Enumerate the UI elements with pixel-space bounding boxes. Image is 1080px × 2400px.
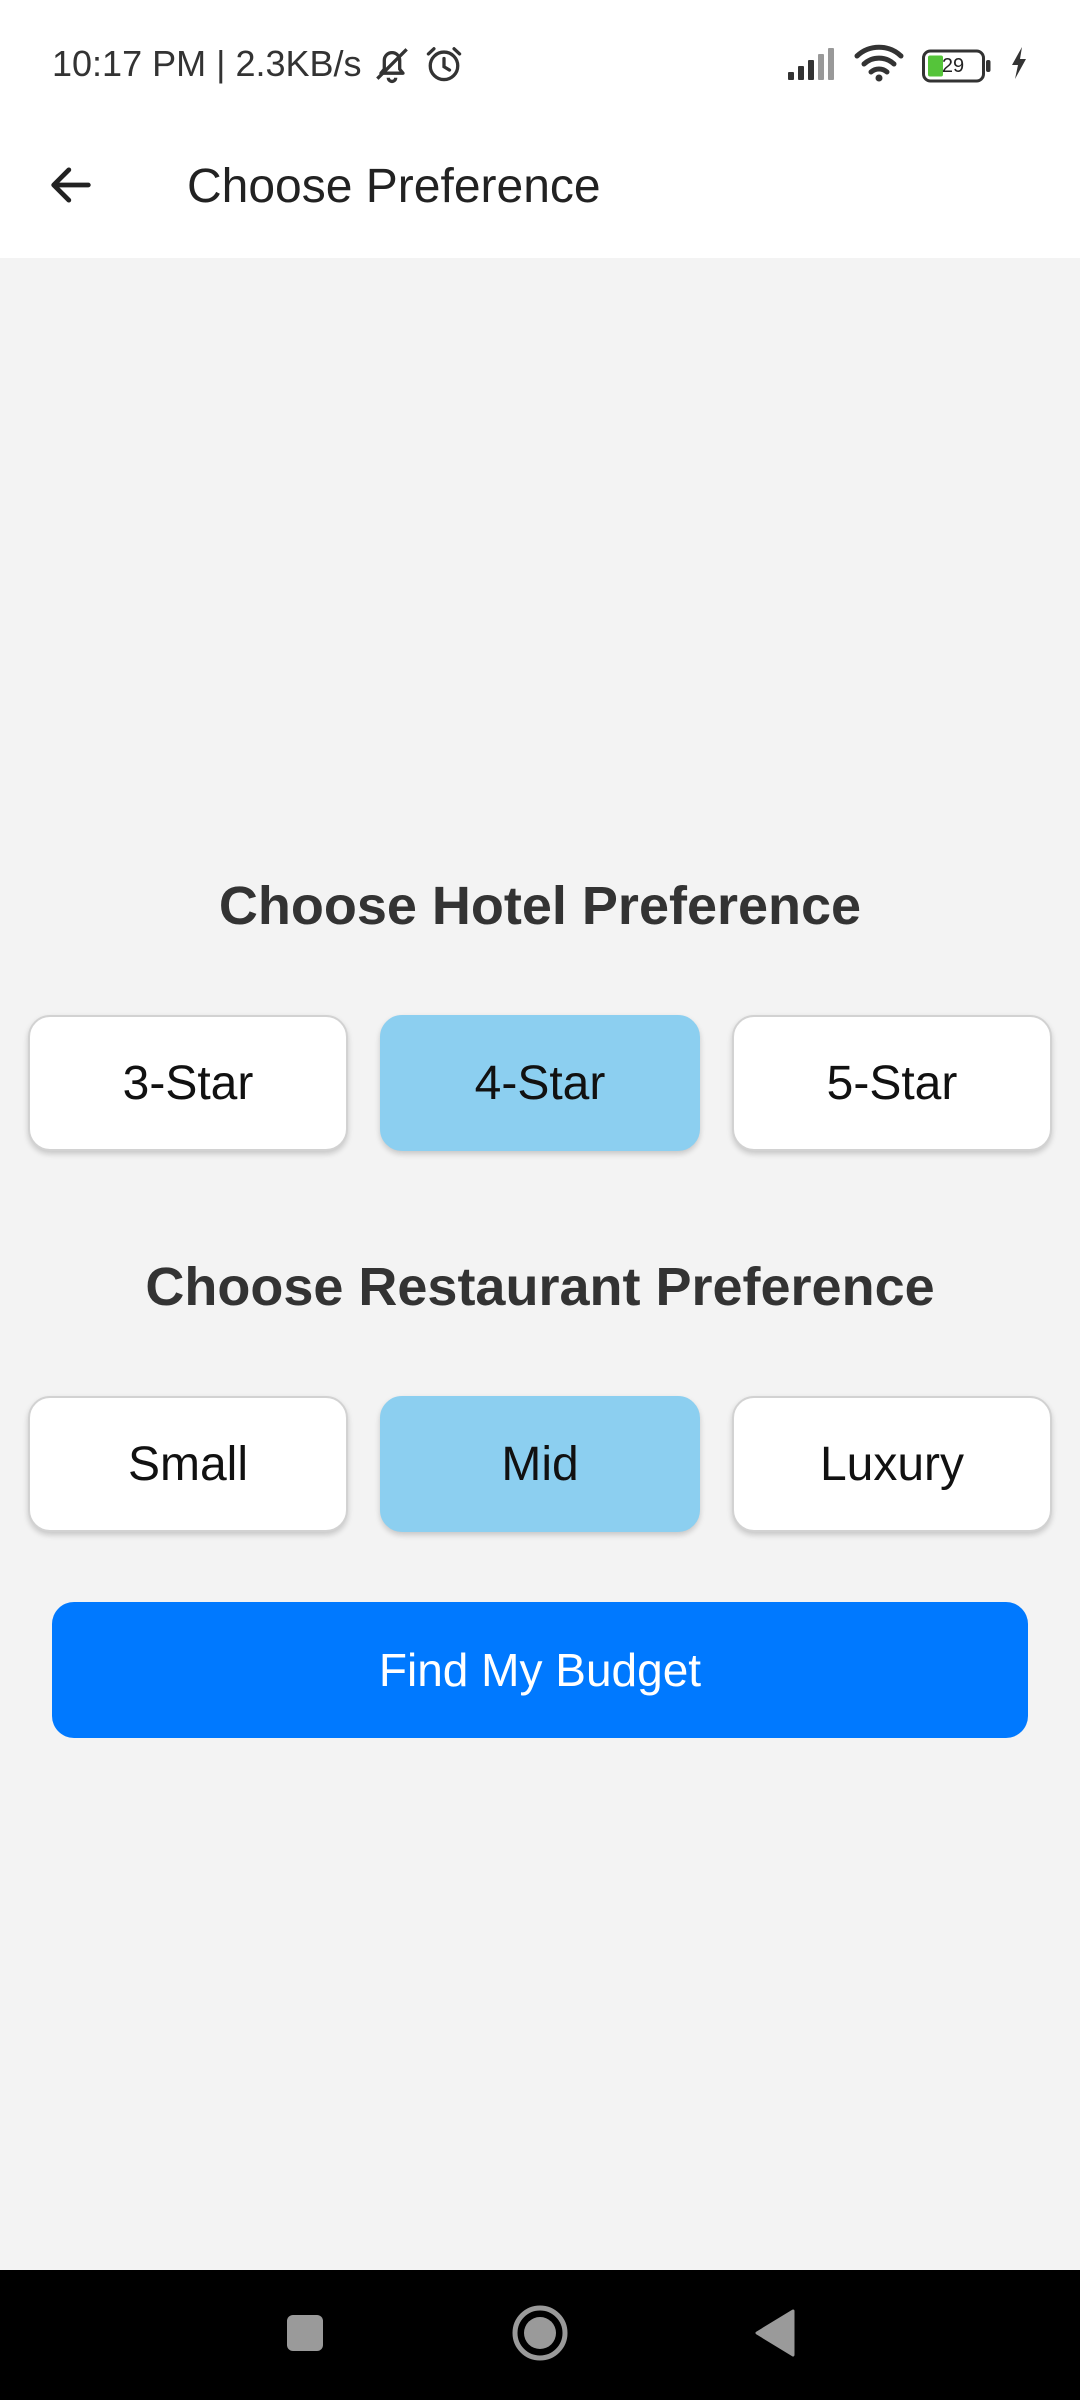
battery-level: 29 xyxy=(941,54,965,77)
hotel-option-3-star[interactable]: 3-Star xyxy=(28,1015,348,1151)
restaurant-preference-heading: Choose Restaurant Preference xyxy=(145,1257,935,1317)
alarm-icon xyxy=(422,42,466,86)
navigation-bar xyxy=(0,2270,1080,2400)
home-button[interactable] xyxy=(480,2270,600,2400)
wifi-icon xyxy=(854,44,904,87)
restaurant-options: Small Mid Luxury xyxy=(28,1396,1052,1532)
recents-button[interactable] xyxy=(245,2270,365,2400)
app-bar: Choose Preference xyxy=(0,132,1080,258)
system-back-button[interactable] xyxy=(715,2270,835,2400)
status-bar: 10:17 PM | 2.3KB/s 29 xyxy=(0,0,1080,132)
hotel-option-4-star[interactable]: 4-Star xyxy=(380,1015,700,1151)
status-left: 10:17 PM | 2.3KB/s xyxy=(52,42,466,86)
restaurant-option-small[interactable]: Small xyxy=(28,1396,348,1532)
find-my-budget-button[interactable]: Find My Budget xyxy=(52,1602,1028,1738)
screen: 10:17 PM | 2.3KB/s 29 Choose Preference … xyxy=(0,0,1080,2400)
recents-square-icon xyxy=(285,2313,325,2358)
mute-bell-icon xyxy=(370,42,414,86)
home-circle-icon xyxy=(510,2303,570,2368)
signal-icon xyxy=(788,46,836,85)
charging-icon xyxy=(1010,46,1028,85)
hotel-option-5-star[interactable]: 5-Star xyxy=(732,1015,1052,1151)
back-triangle-icon xyxy=(753,2308,797,2363)
hotel-options: 3-Star 4-Star 5-Star xyxy=(28,1015,1052,1151)
status-right: 29 xyxy=(788,44,1028,87)
battery-icon: 29 xyxy=(922,49,992,83)
back-button[interactable] xyxy=(36,152,106,222)
page-title: Choose Preference xyxy=(187,160,601,213)
status-time-speed: 10:17 PM | 2.3KB/s xyxy=(52,43,362,84)
restaurant-option-luxury[interactable]: Luxury xyxy=(732,1396,1052,1532)
hotel-preference-heading: Choose Hotel Preference xyxy=(218,876,862,936)
restaurant-option-mid[interactable]: Mid xyxy=(380,1396,700,1532)
arrow-left-icon xyxy=(45,159,97,216)
